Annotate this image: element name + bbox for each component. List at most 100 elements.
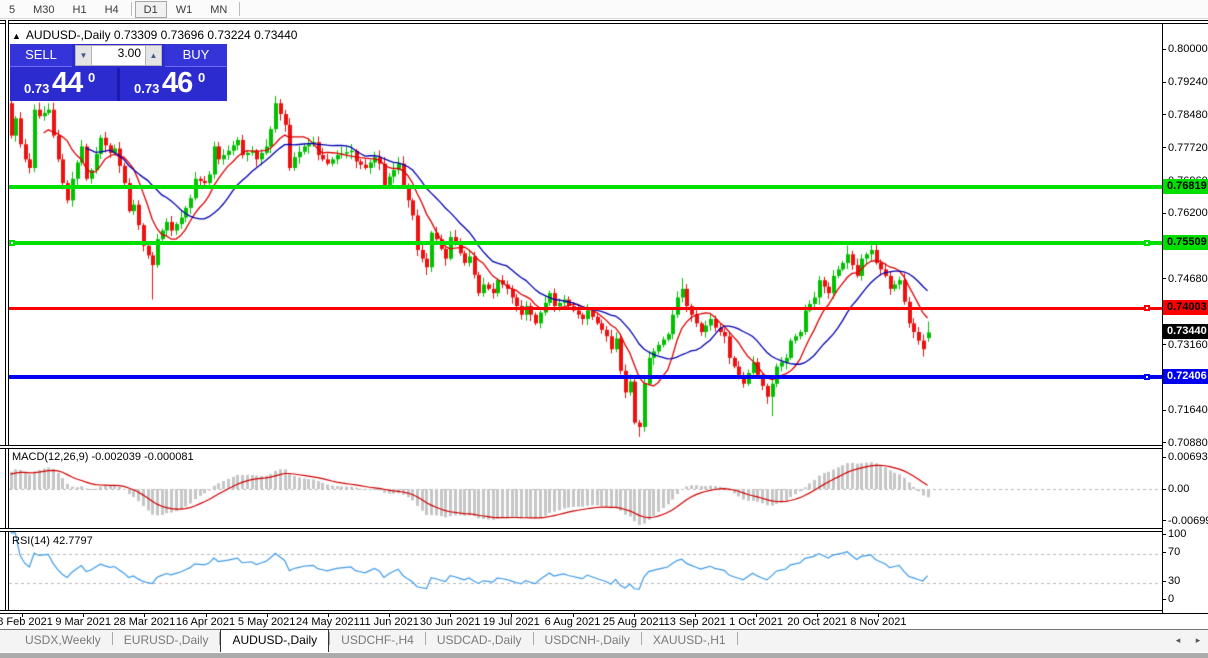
timeframe-toolbar: 5M30H1H4 D1W1MN [0, 0, 1208, 19]
sell-price-prefix: 0.73 [24, 81, 49, 96]
timeframe-button-mn[interactable]: MN [201, 1, 236, 18]
date-label: 9 Mar 2021 [55, 616, 111, 628]
price-badge-pivot-red: 0.74003 [1163, 300, 1208, 315]
macd-tick-mark [1163, 520, 1166, 521]
date-label: 24 May 2021 [296, 616, 360, 628]
buy-price-big: 46 [162, 67, 192, 100]
price-badge-support-blue: 0.72406 [1163, 369, 1208, 384]
toolbar-separator [239, 2, 240, 16]
rsi-tick-label: 70 [1168, 546, 1180, 558]
price-tick-mark [1163, 278, 1166, 279]
hline-handle-left-resistance-2[interactable] [9, 240, 15, 246]
toolbar-separator [131, 2, 132, 16]
date-label: 13 Sep 2021 [664, 616, 726, 628]
price-tick-mark [1163, 442, 1166, 443]
macd-tick-mark [1163, 457, 1166, 458]
date-label: 16 Apr 2021 [176, 616, 235, 628]
price-tick-label: 0.78480 [1168, 109, 1208, 121]
hline-handle-pivot-red[interactable] [1144, 305, 1150, 311]
sell-price-big: 44 [52, 67, 82, 100]
hline-resistance-1[interactable] [9, 185, 1162, 189]
sell-price-display[interactable]: 0.73 44 0 [10, 68, 117, 101]
price-tick-label: 0.80000 [1168, 43, 1208, 55]
buy-price-prefix: 0.73 [134, 81, 159, 96]
buy-price-display[interactable]: 0.73 46 0 [120, 68, 227, 101]
rsi-tick-label: 100 [1168, 528, 1186, 540]
date-label: 11 Jun 2021 [359, 616, 419, 628]
hline-handle-resistance-2[interactable] [1144, 240, 1150, 246]
chart-title: ▲ AUDUSD-,Daily 0.73309 0.73696 0.73224 0… [12, 28, 297, 42]
date-label: 25 Aug 2021 [603, 616, 665, 628]
hline-resistance-2[interactable] [9, 241, 1162, 245]
tab-separator [737, 632, 738, 645]
tab-scroll-left-icon[interactable]: ◂ [1172, 634, 1184, 646]
chart-title-text: AUDUSD-,Daily 0.73309 0.73696 0.73224 0.… [26, 28, 298, 42]
sell-button[interactable]: SELL [10, 44, 72, 67]
price-badge-resistance-1: 0.76819 [1163, 179, 1208, 194]
volume-increase-button[interactable]: ▲ [145, 45, 162, 66]
price-tick-mark [1163, 49, 1166, 50]
rsi-tick-mark [1163, 581, 1166, 582]
price-tick-label: 0.73160 [1168, 339, 1208, 351]
bottom-strip [0, 652, 1208, 658]
price-tick-mark [1163, 114, 1166, 115]
date-label: 28 Mar 2021 [113, 616, 175, 628]
timeframe-button-m30[interactable]: M30 [24, 1, 63, 18]
price-badge-resistance-2: 0.75509 [1163, 235, 1208, 250]
price-tick-label: 0.74680 [1168, 273, 1208, 285]
trade-panel-row: SELL ▼ 3.00 ▲ BUY [10, 44, 227, 67]
tab-audusd-daily[interactable]: AUDUSD-,Daily [220, 629, 329, 653]
date-label: 19 Jul 2021 [483, 616, 540, 628]
rsi-indicator-chart[interactable] [9, 532, 1162, 610]
rsi-tick-mark [1163, 534, 1166, 535]
macd-tick-label: -0.006991 [1168, 515, 1208, 527]
date-label: 20 Oct 2021 [787, 616, 847, 628]
price-tick-label: 0.76200 [1168, 207, 1208, 219]
price-scale[interactable]: 0.800000.792400.784800.777200.769600.762… [1163, 24, 1208, 613]
tab-usdx-weekly[interactable]: USDX,Weekly [14, 630, 112, 652]
rsi-tick-mark [1163, 552, 1166, 553]
price-tick-mark [1163, 410, 1166, 411]
tab-scroll-right-icon[interactable]: ▸ [1192, 634, 1204, 646]
tab-usdcad-daily[interactable]: USDCAD-,Daily [426, 630, 533, 652]
date-label: 1 Oct 2021 [729, 616, 783, 628]
main-macd-divider[interactable] [0, 445, 1208, 449]
buy-button[interactable]: BUY [165, 44, 227, 67]
price-tick-label: 0.70880 [1168, 437, 1208, 449]
timeframe-button-d1[interactable]: D1 [135, 1, 167, 18]
date-label: 30 Jun 2021 [420, 616, 481, 628]
price-tick-label: 0.71640 [1168, 404, 1208, 416]
timeframe-button-h1[interactable]: H1 [64, 1, 96, 18]
date-label: 18 Feb 2021 [0, 616, 53, 628]
tab-usdcnh-daily[interactable]: USDCNH-,Daily [534, 630, 641, 652]
one-click-trade-panel: SELL ▼ 3.00 ▲ BUY 0.73 44 0 0.73 46 0 [10, 44, 227, 101]
mt4-chart-window: 5M30H1H4D1W1MN 0.800000.792400.784800.77… [0, 0, 1208, 658]
tab-eurusd-daily[interactable]: EURUSD-,Daily [113, 630, 220, 652]
price-tick-mark [1163, 344, 1166, 345]
sell-price-sup: 0 [88, 70, 95, 85]
volume-input[interactable]: 3.00 [92, 45, 145, 66]
buy-price-sup: 0 [198, 70, 205, 85]
timeframe-button-5[interactable]: 5 [0, 1, 24, 18]
rsi-tick-mark [1163, 599, 1166, 600]
timeframe-button-h4[interactable]: H4 [96, 1, 128, 18]
tab-usdchf-h4[interactable]: USDCHF-,H4 [330, 630, 425, 652]
volume-decrease-button[interactable]: ▼ [75, 45, 92, 66]
rsi-tick-label: 0 [1168, 593, 1174, 605]
macd-label: MACD(12,26,9) -0.002039 -0.000081 [12, 451, 194, 463]
hline-support-blue[interactable] [9, 375, 1162, 379]
date-axis[interactable]: 18 Feb 20219 Mar 202128 Mar 202116 Apr 2… [0, 614, 1208, 629]
date-label: 8 Nov 2021 [850, 616, 906, 628]
current-price-badge: 0.73440 [1163, 324, 1208, 339]
macd-tick-mark [1163, 489, 1166, 490]
price-tick-label: 0.77720 [1168, 142, 1208, 154]
tab-xauusd-h1[interactable]: XAUUSD-,H1 [642, 630, 737, 652]
macd-rsi-divider[interactable] [0, 528, 1208, 532]
price-tick-mark [1163, 147, 1166, 148]
hline-pivot-red[interactable] [9, 307, 1162, 310]
hline-handle-support-blue[interactable] [1144, 374, 1150, 380]
symbol-triangle-icon: ▲ [12, 31, 21, 41]
timeframe-button-w1[interactable]: W1 [167, 1, 202, 18]
chart-tab-bar: USDX,WeeklyEURUSD-,DailyAUDUSD-,DailyUSD… [0, 629, 1208, 652]
price-tick-mark [1163, 213, 1166, 214]
